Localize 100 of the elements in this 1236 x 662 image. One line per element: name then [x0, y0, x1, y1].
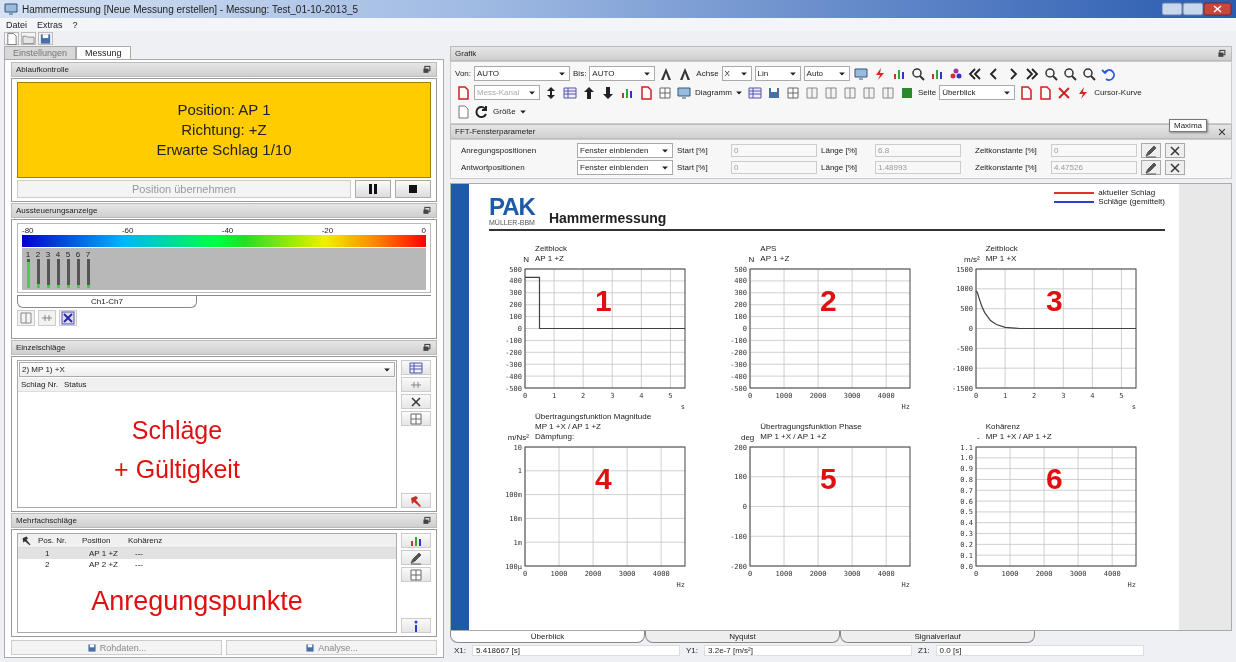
tab[interactable]: Messung	[76, 46, 131, 59]
new-button[interactable]	[4, 32, 19, 45]
chart-title: MP 1 +X / AP 1 +Z	[535, 422, 602, 432]
table-cell-text: AP 1 +Z	[89, 549, 119, 558]
chart-title: MP 1 +X / AP 1 +Z	[985, 432, 1052, 442]
axis-unit-label: N	[522, 255, 530, 264]
field-label: Antwortpositionen	[461, 163, 526, 172]
column-header[interactable]: Status	[63, 380, 87, 389]
window-buttons-drawing[interactable]	[1162, 2, 1232, 16]
tab[interactable]: Signalverlauf	[840, 631, 1035, 643]
table-button[interactable]	[401, 360, 431, 375]
magnifier-icon	[1081, 66, 1096, 81]
field-label: Achse	[696, 69, 719, 78]
axis-unit-label: m/Ns²	[506, 433, 530, 442]
scale-label: -40	[221, 226, 234, 235]
status-label: Z1:	[918, 646, 930, 655]
section-title: Ablaufkontrolle	[16, 65, 69, 74]
tooltip: Maxima	[1169, 119, 1207, 132]
close-button[interactable]	[1217, 126, 1227, 137]
remove-button[interactable]	[1165, 143, 1185, 158]
dropdown[interactable]: X	[721, 66, 752, 81]
field-label: Länge [%]	[821, 146, 859, 155]
field-label: Von:	[455, 69, 471, 78]
column-header[interactable]: Kohärenz	[128, 536, 163, 545]
dropdown[interactable]: 2) MP 1) +X	[19, 362, 395, 377]
toolbar-button[interactable]	[1023, 65, 1040, 82]
table-cell-text: 1	[44, 549, 51, 558]
dropdown[interactable]: AUTO	[474, 66, 570, 81]
edit-button[interactable]	[401, 550, 431, 565]
column-header[interactable]: Pos. Nr.	[38, 536, 76, 545]
chart-title: AP 1 +Z	[535, 254, 565, 264]
pause-button[interactable]	[355, 180, 391, 198]
tab[interactable]: Ch1-Ch7	[17, 296, 197, 308]
nodes-icon	[948, 66, 963, 81]
edit-button[interactable]	[1141, 160, 1161, 175]
chart-button[interactable]	[401, 533, 431, 548]
toolbar-button[interactable]	[1061, 65, 1078, 82]
cursor-curve-button[interactable]: Cursor-Kurve	[1094, 88, 1142, 97]
channel-label: 2	[35, 250, 41, 259]
chart-title: Kohärenz	[985, 422, 1021, 432]
toolbar-button[interactable]	[909, 65, 926, 82]
menu-item[interactable]: ?	[72, 19, 78, 30]
section-title: Mehrfachschläge	[16, 516, 77, 525]
panel-number: 3	[1045, 284, 1063, 317]
chart-title: AP 1 +Z	[760, 254, 790, 264]
status-value: 3.2e-7 [m/s²]	[704, 645, 913, 656]
status-value: 0.0 [s]	[935, 645, 1144, 656]
axis-unit-label: deg	[739, 433, 756, 442]
table-icon	[409, 360, 423, 375]
new-document-icon	[456, 104, 470, 119]
chart-title: Übertragungsfunktion Magnitude	[535, 412, 652, 422]
toolbar-button[interactable]	[1042, 65, 1059, 82]
axis-unit-label: -	[976, 433, 981, 442]
dropdown[interactable]: Auto	[803, 66, 850, 81]
column-header[interactable]: Position	[82, 536, 122, 545]
add-button[interactable]	[401, 567, 431, 582]
dropdown[interactable]: AUTO	[589, 66, 656, 81]
reset-button[interactable]	[59, 310, 77, 326]
channel-label: 3	[45, 250, 51, 259]
pen-icon	[409, 550, 423, 565]
info-button[interactable]	[401, 618, 431, 633]
crossed-box-icon	[61, 311, 75, 325]
column-header[interactable]: Schlag Nr.	[21, 380, 58, 389]
menu-item[interactable]: Datei	[6, 19, 27, 30]
diagram-menu-button[interactable]: Diagramm	[695, 87, 744, 98]
tab[interactable]: Überblick	[450, 631, 645, 643]
dropdown[interactable]: Fenster einblenden	[577, 143, 673, 158]
save-icon	[39, 31, 52, 46]
magnifier-icon	[1043, 66, 1058, 81]
close-icon	[1168, 143, 1182, 158]
remove-button[interactable]	[1165, 160, 1185, 175]
dropdown[interactable]: Lin	[754, 66, 801, 81]
status-value: 5.418667 [s]	[472, 645, 680, 656]
refresh-button[interactable]	[474, 103, 490, 120]
annotation-text: Anregungspunkte	[91, 585, 303, 617]
table-row[interactable]: 2 AP 2 +Z ---	[18, 559, 396, 570]
document-icon	[1038, 85, 1053, 100]
split-view-icon	[861, 85, 876, 100]
size-menu-button[interactable]: Größe	[493, 106, 528, 117]
dropdown[interactable]: Überblick	[939, 85, 1016, 100]
toolbar-button[interactable]	[966, 65, 983, 82]
dropdown[interactable]: Fenster einblenden	[577, 160, 673, 175]
toolbar-button[interactable]	[1080, 65, 1097, 82]
section-title: FFT-Fensterparameter	[455, 127, 536, 136]
delete-button[interactable]	[401, 394, 431, 409]
edit-button[interactable]	[1141, 143, 1161, 158]
document-icon	[1019, 85, 1034, 100]
arrow-down-icon	[601, 85, 615, 100]
menu-item[interactable]: Extras	[37, 19, 63, 30]
save-button[interactable]	[38, 32, 53, 45]
tab[interactable]: Nyquist	[645, 631, 840, 643]
pen-icon	[1144, 160, 1158, 175]
window-restore-icon	[422, 515, 432, 526]
save-icon	[86, 642, 97, 653]
status-label: Y1:	[686, 646, 699, 655]
stop-button[interactable]	[395, 180, 431, 198]
monitor-icon	[4, 2, 18, 16]
monitor-icon	[677, 85, 691, 100]
document-icon	[639, 85, 653, 100]
table-row[interactable]: 1 AP 1 +Z ---	[18, 548, 396, 559]
